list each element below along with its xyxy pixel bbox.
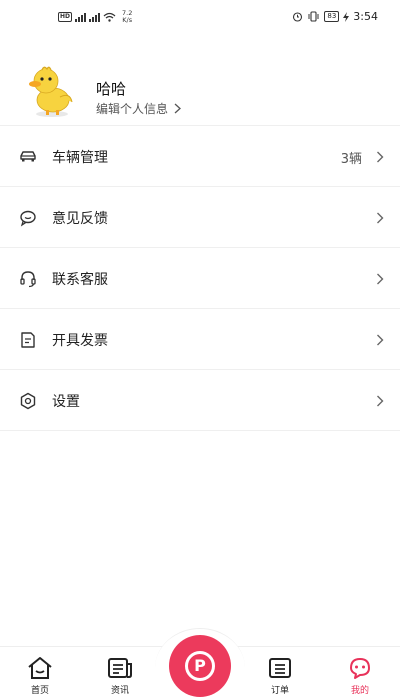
signal-icon bbox=[75, 12, 87, 22]
chat-icon bbox=[20, 210, 36, 227]
battery-icon: 83 bbox=[324, 11, 340, 22]
status-right: 83 3:54 bbox=[292, 10, 378, 23]
nav-label: 首页 bbox=[30, 686, 49, 696]
profile-header[interactable]: 哈哈 编辑个人信息 bbox=[0, 62, 400, 126]
charging-icon bbox=[343, 11, 350, 22]
menu-item-label: 联系客服 bbox=[52, 272, 108, 288]
menu-item-customer-service[interactable]: 联系客服 bbox=[0, 248, 400, 309]
parking-button[interactable]: P bbox=[169, 635, 231, 697]
settings-menu: 车辆管理 3辆 意见反馈 联系客服 开具发票 设置 bbox=[0, 125, 400, 431]
menu-item-label: 车辆管理 bbox=[52, 150, 108, 166]
status-left: HD 7.2 K/s bbox=[58, 10, 132, 24]
news-icon bbox=[108, 658, 132, 678]
nav-label: 我的 bbox=[350, 686, 369, 696]
nav-news[interactable]: 资讯 bbox=[90, 656, 150, 696]
orders-icon bbox=[269, 658, 291, 678]
vibrate-icon bbox=[308, 11, 319, 22]
headset-icon bbox=[20, 271, 36, 288]
menu-item-label: 意见反馈 bbox=[52, 211, 108, 227]
invoice-icon bbox=[21, 332, 35, 348]
network-speed-unit: K/s bbox=[122, 16, 133, 24]
menu-item-label: 开具发票 bbox=[52, 333, 108, 349]
avatar[interactable] bbox=[26, 64, 76, 118]
profile-face-icon bbox=[350, 658, 370, 679]
vehicle-count: 3辆 bbox=[340, 152, 362, 167]
status-bar: HD 7.2 K/s 83 3:54 bbox=[0, 0, 400, 36]
nav-profile[interactable]: 我的 bbox=[330, 656, 390, 696]
chevron-right-icon bbox=[377, 334, 384, 346]
network-speed: 7.2 K/s bbox=[122, 10, 132, 24]
menu-item-label: 设置 bbox=[52, 394, 80, 410]
clock: 3:54 bbox=[353, 10, 378, 23]
profile-name: 哈哈 bbox=[96, 80, 127, 98]
hd-badge: HD bbox=[58, 12, 73, 22]
nav-orders[interactable]: 订单 bbox=[250, 656, 310, 696]
edit-profile-link[interactable]: 编辑个人信息 bbox=[96, 100, 181, 117]
chevron-right-icon bbox=[377, 395, 384, 407]
edit-profile-label: 编辑个人信息 bbox=[96, 102, 169, 116]
menu-item-settings[interactable]: 设置 bbox=[0, 370, 400, 431]
nav-home[interactable]: 首页 bbox=[10, 656, 70, 696]
nav-label: 资讯 bbox=[110, 686, 129, 696]
chevron-right-icon bbox=[377, 273, 384, 285]
home-icon bbox=[28, 657, 52, 679]
car-icon bbox=[20, 151, 36, 162]
chevron-right-icon bbox=[174, 103, 181, 114]
settings-hex-icon bbox=[20, 392, 36, 410]
chevron-right-icon bbox=[377, 212, 384, 224]
wifi-icon bbox=[103, 12, 116, 22]
chevron-right-icon bbox=[377, 151, 384, 163]
signal-icon-2 bbox=[89, 12, 101, 22]
alarm-icon bbox=[293, 12, 303, 22]
menu-item-vehicle-management[interactable]: 车辆管理 3辆 bbox=[0, 126, 400, 187]
nav-label: 订单 bbox=[270, 686, 289, 696]
menu-item-invoice[interactable]: 开具发票 bbox=[0, 309, 400, 370]
parking-icon: P bbox=[185, 651, 215, 681]
menu-item-feedback[interactable]: 意见反馈 bbox=[0, 187, 400, 248]
